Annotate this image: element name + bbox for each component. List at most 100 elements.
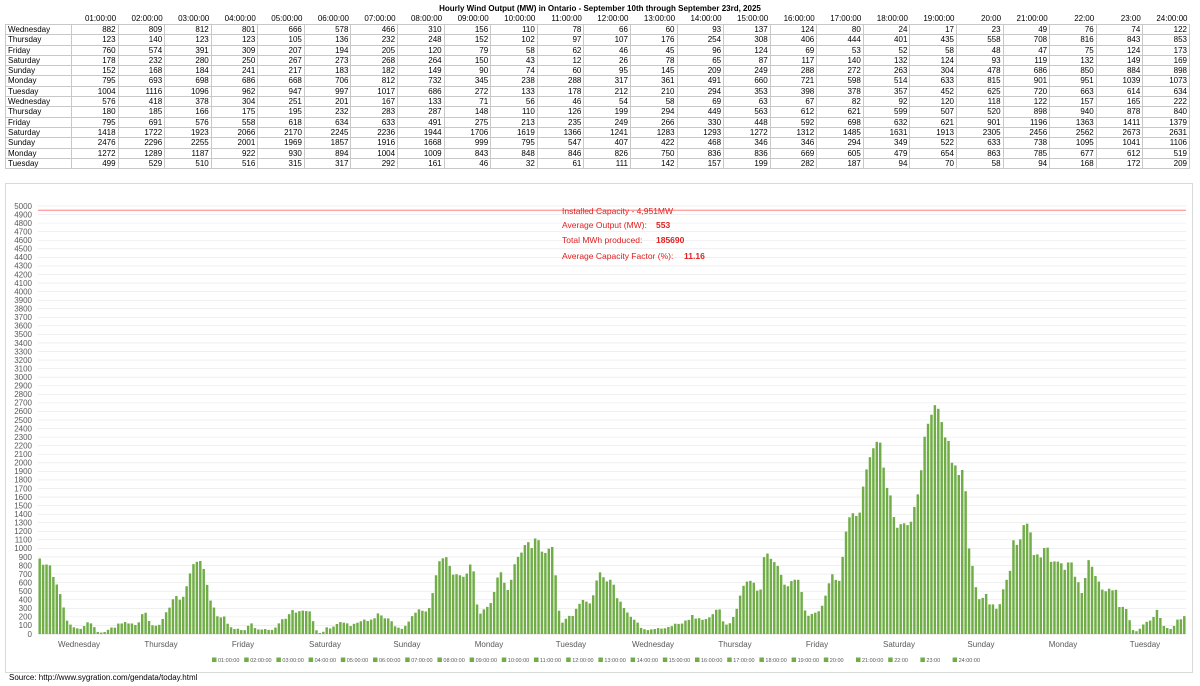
- legend-entry: 12:00:00: [572, 658, 593, 664]
- bar: [878, 442, 882, 634]
- table-cell: 1857: [303, 137, 352, 149]
- y-tick-label: 5000: [14, 202, 32, 211]
- table-cell: 185: [117, 106, 166, 118]
- table-cell: 357: [862, 85, 911, 98]
- bar: [967, 548, 971, 634]
- bar: [629, 616, 633, 634]
- table-cell: 1722: [117, 126, 166, 139]
- table-cell: 58: [909, 44, 957, 56]
- y-tick-label: 4700: [14, 227, 32, 236]
- table-cell: 69: [676, 96, 725, 108]
- bar: [117, 623, 120, 634]
- table-cell: 24: [862, 23, 911, 36]
- bar: [923, 436, 926, 634]
- bar: [533, 538, 537, 634]
- table-cell: 93: [676, 23, 725, 36]
- table-cell: 558: [210, 116, 259, 128]
- table-cell: 578: [303, 23, 352, 36]
- table-cell: 273: [303, 54, 352, 67]
- y-tick-label: 3200: [14, 356, 32, 365]
- bar: [1053, 561, 1056, 634]
- source-note: Source: http://www.sygration.com/gendata…: [9, 673, 198, 682]
- table-cell: 422: [629, 137, 678, 149]
- row-day-label: Tuesday: [5, 85, 72, 98]
- bar: [140, 614, 144, 634]
- table-cell: 124: [1095, 44, 1144, 56]
- table-cell: 922: [210, 147, 259, 159]
- table-cell: 1283: [629, 126, 678, 139]
- table-cell: 304: [210, 96, 259, 108]
- x-day-label: Saturday: [309, 640, 341, 649]
- bar: [909, 521, 913, 634]
- table-cell: 48: [955, 44, 1004, 56]
- table-cell: 294: [676, 85, 725, 98]
- bar: [240, 630, 243, 634]
- table-cell: 612: [1095, 147, 1144, 159]
- row-day-label: Monday: [5, 75, 72, 87]
- table-cell: 1095: [1049, 137, 1097, 149]
- bar: [127, 623, 130, 634]
- bar: [656, 628, 660, 634]
- table-cell: 1366: [536, 126, 585, 139]
- bar: [45, 564, 48, 634]
- bar: [919, 470, 923, 634]
- bar: [960, 469, 964, 634]
- table-cell: 1418: [71, 126, 119, 139]
- bar: [605, 581, 609, 634]
- hour-header: 14:00:00: [690, 14, 722, 23]
- table-cell: 183: [303, 65, 352, 77]
- bar: [561, 622, 564, 634]
- bar: [48, 565, 52, 634]
- bar: [431, 593, 434, 634]
- table-cell: 180: [71, 106, 119, 118]
- table-cell: 79: [443, 44, 492, 56]
- table-cell: 148: [443, 106, 492, 118]
- table-cell: 598: [816, 75, 864, 87]
- bar: [69, 624, 72, 634]
- table-cell: 1485: [816, 126, 864, 139]
- table-cell: 720: [1002, 85, 1051, 98]
- table-cell: 272: [443, 85, 492, 98]
- legend-swatch: [759, 657, 764, 662]
- bar: [328, 628, 332, 634]
- row-day-label: Tuesday: [5, 157, 72, 170]
- table-cell: 1004: [350, 147, 399, 159]
- table-cell: 407: [583, 137, 631, 149]
- bar: [537, 540, 540, 634]
- bar: [783, 584, 786, 634]
- bar: [995, 608, 998, 634]
- row-day-label: Wednesday: [5, 23, 72, 36]
- table-cell: 632: [862, 116, 911, 128]
- table-cell: 157: [1049, 96, 1097, 108]
- wind-output-bar-chart: 0100200300400500600700800900100011001200…: [14, 202, 1186, 664]
- bar: [598, 572, 602, 634]
- bar: [199, 560, 202, 634]
- legend-entry: 17:00:00: [733, 658, 754, 664]
- hour-header: 19:00:00: [923, 14, 955, 23]
- bar: [1124, 609, 1128, 634]
- table-cell: 1106: [1142, 137, 1190, 149]
- table-cell: 361: [629, 75, 678, 87]
- table-cell: 133: [490, 85, 538, 98]
- bar: [950, 462, 954, 634]
- table-cell: 23: [955, 23, 1004, 36]
- table-cell: 750: [629, 147, 678, 159]
- table-cell: 826: [583, 147, 631, 159]
- table-cell: 633: [909, 75, 957, 87]
- row-day-label: Wednesday: [5, 96, 72, 108]
- legend-swatch: [920, 657, 925, 662]
- bar: [380, 615, 383, 634]
- hour-header: 15:00:00: [737, 14, 769, 23]
- x-day-label: Wednesday: [632, 640, 674, 649]
- bar: [954, 465, 957, 634]
- table-cell: 1913: [909, 126, 957, 139]
- table-cell: 1379: [1142, 116, 1190, 128]
- table-cell: 167: [350, 96, 399, 108]
- table-cell: 212: [583, 85, 631, 98]
- table-cell: 708: [1002, 34, 1051, 46]
- table-cell: 292: [350, 157, 399, 170]
- table-cell: 836: [723, 147, 771, 159]
- table-cell: 479: [862, 147, 911, 159]
- bar: [940, 422, 943, 634]
- table-cell: 1363: [1049, 116, 1097, 128]
